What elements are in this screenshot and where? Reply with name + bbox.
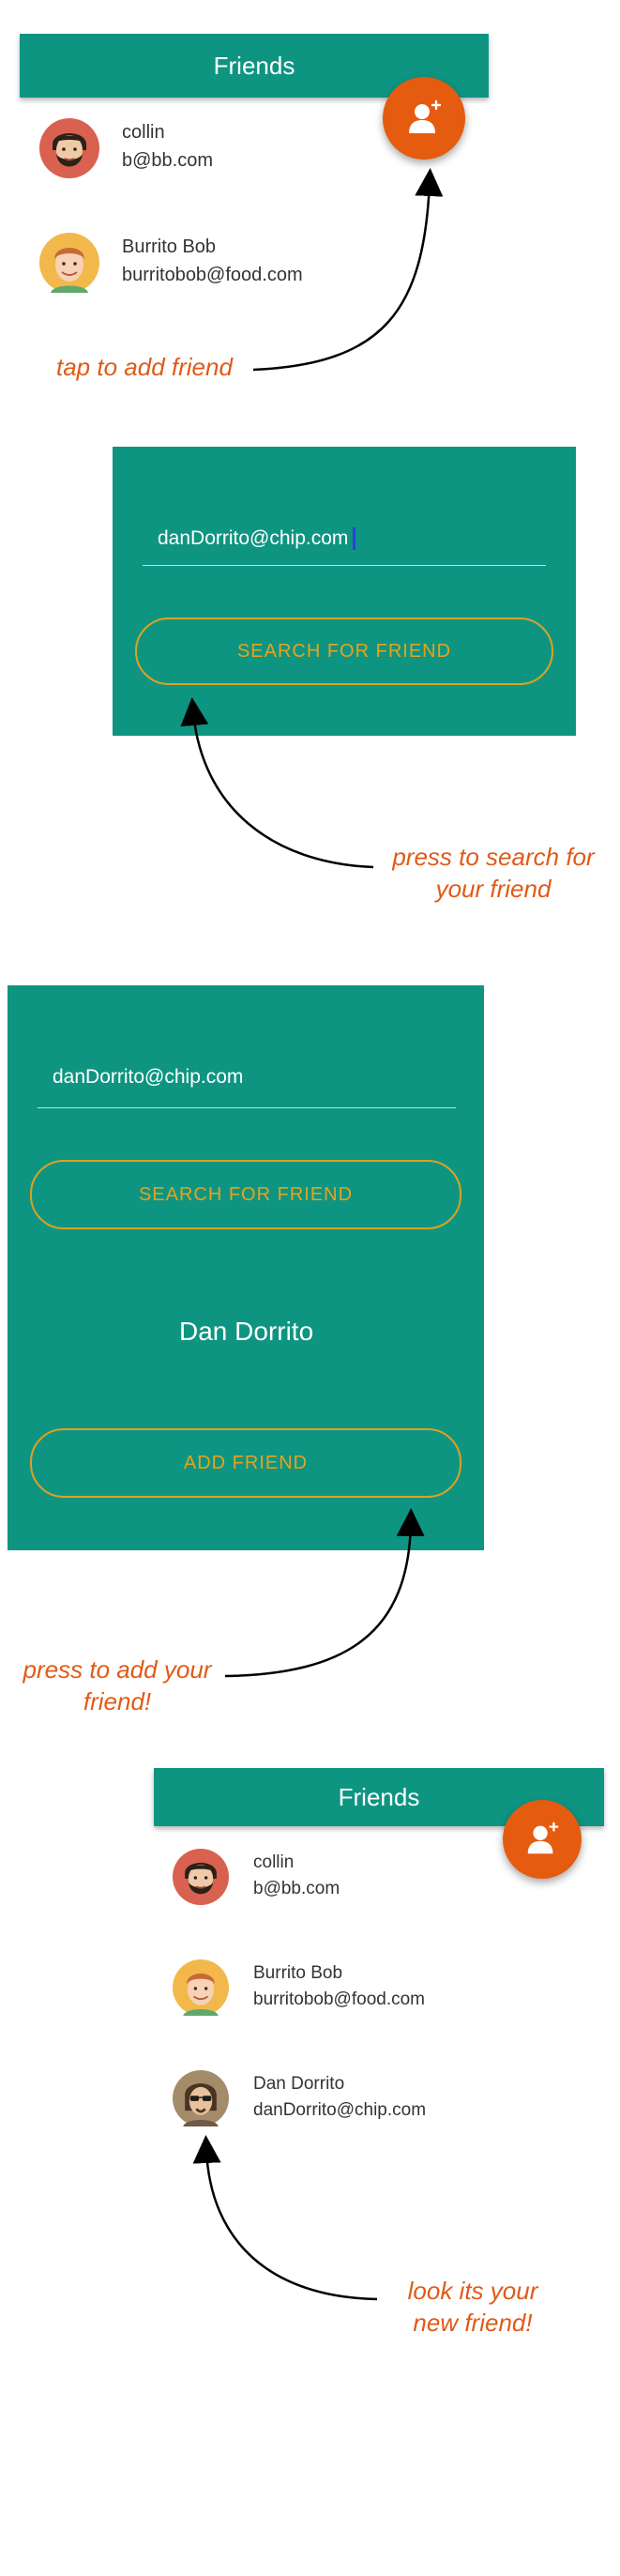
arrow-to-new-friend [192, 2135, 378, 2301]
arrow-to-fab [252, 168, 444, 372]
annotation-arrows [180, 168, 444, 2301]
arrow-to-add-button [224, 1508, 425, 1678]
arrow-to-search-button [180, 697, 374, 869]
